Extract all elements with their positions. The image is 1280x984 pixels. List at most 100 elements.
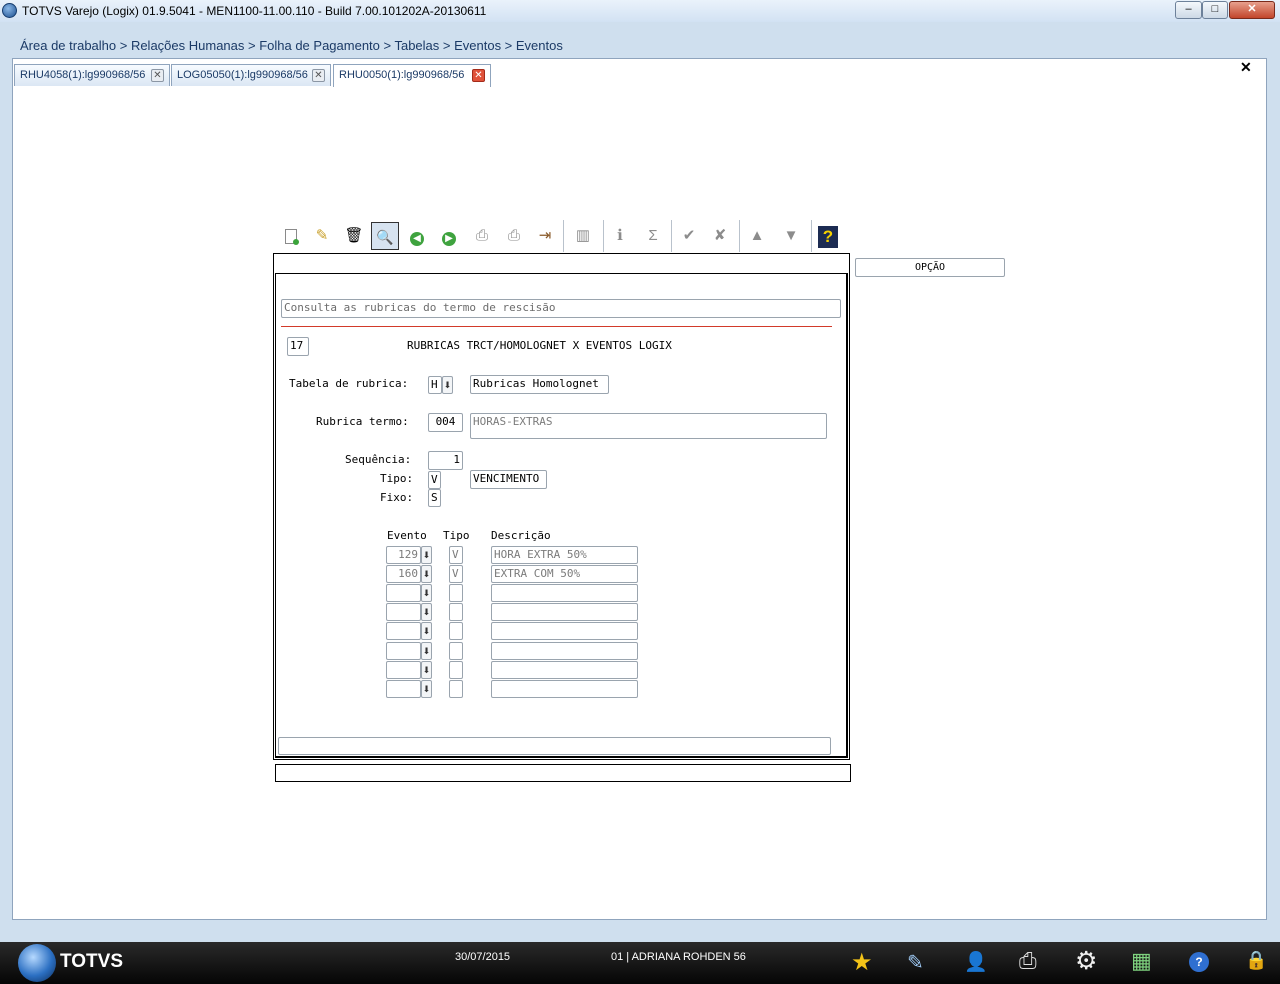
exit-icon[interactable]: ⇥	[531, 222, 559, 250]
grid-tipo-cell[interactable]	[449, 661, 463, 679]
grid-descricao-cell	[491, 661, 638, 679]
tab-label: RHU0050(1):lg990968/56	[339, 69, 465, 81]
tab-rhu0050[interactable]: RHU0050(1):lg990968/56 ✕	[333, 64, 491, 87]
search-icon[interactable]: 🔍	[371, 222, 399, 250]
zoom-arrow-icon[interactable]: ⬇	[421, 603, 432, 621]
confirm-icon[interactable]: ✔	[675, 222, 703, 250]
brand-name: TOTVS	[60, 951, 123, 972]
tipo-description: VENCIMENTO	[470, 470, 547, 489]
grid-descricao-cell	[491, 603, 638, 621]
print-disabled-icon[interactable]: ⎙	[500, 222, 528, 250]
tipo-field[interactable]: V	[428, 471, 441, 489]
grid-descricao-cell: HORA EXTRA 50%	[491, 546, 638, 564]
user-icon[interactable]: 👤	[964, 950, 988, 974]
grid-tipo-cell[interactable]	[449, 622, 463, 640]
grid-evento-cell[interactable]	[386, 603, 421, 621]
lock-icon[interactable]: 🔒	[1245, 950, 1267, 971]
down-icon[interactable]: ▼	[777, 222, 805, 250]
edit-document-icon[interactable]: ✎	[907, 950, 924, 975]
up-icon[interactable]: ▲	[743, 222, 771, 250]
zoom-arrow-icon[interactable]: ⬇	[442, 376, 453, 394]
option-label: OPÇÃO	[855, 258, 1005, 277]
grid-header-descricao: Descrição	[491, 529, 551, 542]
form-title: RUBRICAS TRCT/HOMOLOGNET X EVENTOS LOGIX	[407, 339, 672, 352]
close-window-button[interactable]: ✕	[1229, 1, 1275, 19]
grid-header-evento: Evento	[387, 529, 427, 542]
window-title: TOTVS Varejo (Logix) 01.9.5041 - MEN1100…	[22, 4, 487, 18]
breadcrumb[interactable]: Área de trabalho > Relações Humanas > Fo…	[20, 38, 563, 53]
delete-icon[interactable]: 🗑	[340, 222, 368, 250]
session-user: 01 | ADRIANA ROHDEN 56	[611, 951, 746, 963]
rubrica-label: Rubrica termo:	[316, 415, 409, 428]
grid-header-tipo: Tipo	[443, 529, 470, 542]
rubrica-field[interactable]: 004	[428, 413, 463, 432]
grid-descricao-cell: EXTRA COM 50%	[491, 565, 638, 583]
sum-icon[interactable]: Σ	[639, 222, 667, 250]
grid-tipo-cell[interactable]	[449, 642, 463, 660]
sequencia-label: Sequência:	[345, 453, 412, 466]
message-field: Consulta as rubricas do termo de rescisã…	[281, 299, 841, 318]
printer-icon[interactable]: ⎙	[1019, 948, 1037, 974]
zoom-arrow-icon[interactable]: ⬇	[421, 546, 432, 564]
grid-evento-cell[interactable]	[386, 622, 421, 640]
tab-rhu4058[interactable]: RHU4058(1):lg990968/56 ✕	[14, 64, 170, 86]
grid-tipo-cell[interactable]	[449, 584, 463, 602]
totvs-logo-icon	[18, 944, 56, 982]
favorites-star-icon[interactable]: ★	[851, 948, 873, 977]
zoom-arrow-icon[interactable]: ⬇	[421, 584, 432, 602]
grid-tipo-cell[interactable]	[449, 603, 463, 621]
window-titlebar: TOTVS Varejo (Logix) 01.9.5041 - MEN1100…	[0, 0, 1280, 22]
info-icon[interactable]: ℹ	[606, 222, 634, 250]
minimize-button[interactable]: –	[1175, 1, 1202, 19]
grid-evento-cell[interactable]	[386, 642, 421, 660]
close-icon[interactable]: ✕	[472, 69, 485, 82]
help-icon[interactable]: ?	[814, 222, 842, 250]
tabela-label: Tabela de rubrica:	[289, 377, 409, 390]
tabela-field[interactable]: H	[428, 376, 442, 394]
zoom-arrow-icon[interactable]: ⬇	[421, 642, 432, 660]
edit-icon[interactable]: ✎	[308, 222, 336, 250]
maximize-button[interactable]: □	[1202, 1, 1228, 19]
program-number: 17	[287, 337, 309, 356]
zoom-arrow-icon[interactable]: ⬇	[421, 661, 432, 679]
zoom-arrow-icon[interactable]: ⬇	[421, 622, 432, 640]
chart-icon[interactable]: ▦	[1131, 948, 1152, 974]
close-program-icon[interactable]: ✕	[1240, 59, 1252, 76]
settings-gear-icon[interactable]: ⚙	[1075, 946, 1097, 976]
close-icon[interactable]: ✕	[312, 69, 325, 82]
grid-descricao-cell	[491, 622, 638, 640]
help-icon[interactable]: ?	[1189, 952, 1209, 972]
columns-icon[interactable]: ▥	[569, 222, 597, 250]
tab-log05050[interactable]: LOG05050(1):lg990968/56 ✕	[171, 64, 331, 86]
app-logo-icon	[2, 3, 17, 18]
grid-descricao-cell	[491, 584, 638, 602]
sequencia-field[interactable]: 1	[428, 451, 463, 470]
zoom-arrow-icon[interactable]: ⬇	[421, 680, 432, 698]
toolbar: ✎ 🗑 🔍 ◀ ▶ ⎙ ⎙ ⇥ ▥ ℹ Σ ✔ ✘ ▲ ▼ ?	[275, 220, 850, 252]
grid-evento-cell[interactable]	[386, 661, 421, 679]
grid-evento-cell[interactable]: 160	[386, 565, 421, 583]
session-date: 30/07/2015	[455, 951, 511, 963]
grid-descricao-cell	[491, 642, 638, 660]
zoom-arrow-icon[interactable]: ⬇	[421, 565, 432, 583]
next-icon[interactable]: ▶	[435, 222, 463, 250]
taskbar: TOTVS 30/07/2015 01 | ADRIANA ROHDEN 56 …	[0, 942, 1280, 984]
grid-tipo-cell[interactable]: V	[449, 546, 463, 564]
close-icon[interactable]: ✕	[151, 69, 164, 82]
previous-icon[interactable]: ◀	[403, 222, 431, 250]
tab-label: RHU4058(1):lg990968/56	[20, 69, 146, 81]
grid-tipo-cell[interactable]: V	[449, 565, 463, 583]
tipo-label: Tipo:	[380, 472, 414, 485]
print-icon[interactable]: ⎙	[468, 222, 496, 250]
grid-evento-cell[interactable]	[386, 584, 421, 602]
divider	[281, 326, 832, 327]
grid-evento-cell[interactable]: 129	[386, 546, 421, 564]
bottom-input	[278, 737, 831, 755]
status-bar	[275, 764, 851, 782]
new-icon[interactable]	[277, 222, 305, 250]
grid-evento-cell[interactable]	[386, 680, 421, 698]
fixo-field[interactable]: S	[428, 489, 441, 507]
cancel-icon[interactable]: ✘	[706, 222, 734, 250]
grid-tipo-cell[interactable]	[449, 680, 463, 698]
tabela-description: Rubricas Homolognet	[470, 375, 609, 394]
